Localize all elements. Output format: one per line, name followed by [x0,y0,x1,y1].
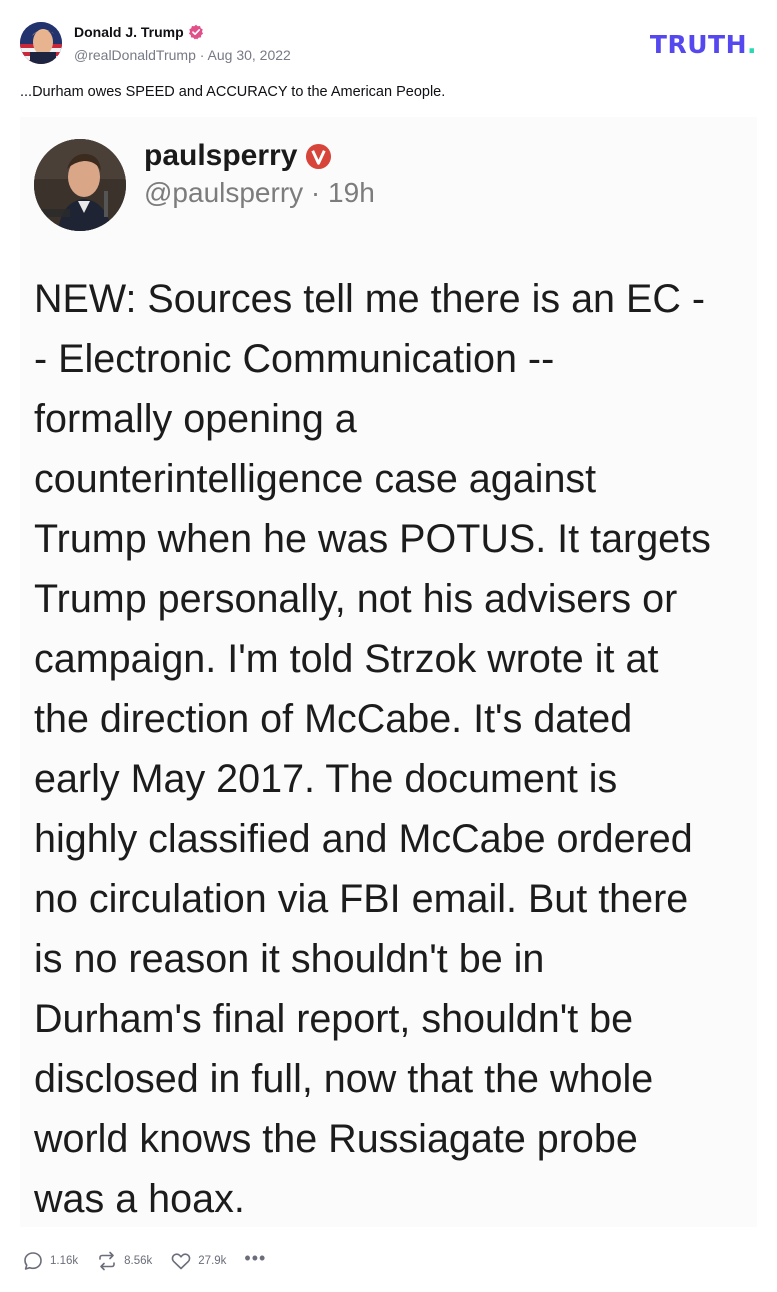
logo-text: TRUTH [649,30,747,59]
embedded-line: highly classified and McCabe ordered [34,817,693,861]
embedded-verified-icon [306,143,332,169]
embedded-text: NEW: Sources tell me there is an EC - - … [34,269,746,1227]
embedded-line: early May 2017. The document is [34,757,618,801]
more-icon: ••• [244,1248,267,1268]
reply-button[interactable]: 1.16k [22,1250,78,1272]
post-text: ...Durham owes SPEED and ACCURACY to the… [20,84,446,100]
embedded-line: is no reason it shouldn't be in [34,937,545,981]
post-header: Donald J. Trump @realDonaldTrump · Aug 3… [20,22,757,68]
embedded-line: Trump personally, not his advisers or [34,577,678,621]
logo-dot: . [747,30,757,59]
author-handle[interactable]: @realDonaldTrump [74,47,196,63]
embedded-handle-row: @paulsperry · 19h [144,177,375,209]
reply-count: 1.16k [50,1255,79,1267]
more-button[interactable]: ••• [244,1249,266,1267]
retruth-count: 8.56k [124,1255,153,1267]
embedded-line: the direction of McCabe. It's dated [34,697,633,741]
embedded-line: world knows the Russiagate probe [34,1117,638,1161]
embedded-line: no circulation via FBI email. But there [34,877,689,921]
embedded-handle: @paulsperry [144,177,304,208]
author-name[interactable]: Donald J. Trump [74,24,184,40]
reply-icon [24,1252,42,1270]
embedded-line: - Electronic Communication -- [34,337,555,381]
verified-badge-icon [188,24,203,40]
like-count: 27.9k [198,1255,227,1267]
embedded-line: NEW: Sources tell me there is an EC - [34,277,705,321]
embedded-user: paulsperry @paulsperry · 19h [144,139,375,209]
meta-separator: · [195,47,208,63]
embedded-post-image[interactable]: paulsperry @paulsperry · 19h NEW: Source… [20,117,757,1227]
retruth-button[interactable]: 8.56k [96,1250,152,1272]
embedded-time: 19h [328,177,375,208]
embedded-line: formally opening a [34,397,357,441]
embedded-line: Durham's final report, shouldn't be [34,997,634,1041]
embedded-separator: · [303,177,329,208]
embedded-line: campaign. I'm told Strzok wrote it at [34,637,659,681]
post-actions: 1.16k 8.56k 27.9k ••• [22,1249,284,1273]
truth-logo[interactable]: TRUTH. [650,30,757,59]
author-block: Donald J. Trump @realDonaldTrump · Aug 3… [74,22,291,63]
embedded-avatar [34,139,126,231]
author-meta: @realDonaldTrump · Aug 30, 2022 [74,47,291,63]
post-date[interactable]: Aug 30, 2022 [208,47,291,63]
embedded-line: was a hoax. [34,1177,245,1221]
embedded-line: disclosed in full, now that the whole [34,1057,654,1101]
author-avatar[interactable] [20,22,62,64]
like-button[interactable]: 27.9k [170,1250,226,1272]
embedded-username: paulsperry [144,139,298,172]
embedded-line: counterintelligence case against [34,457,597,501]
heart-icon [171,1253,191,1270]
embedded-line: Trump when he was POTUS. It targets [34,517,711,561]
retruth-icon [99,1251,115,1271]
